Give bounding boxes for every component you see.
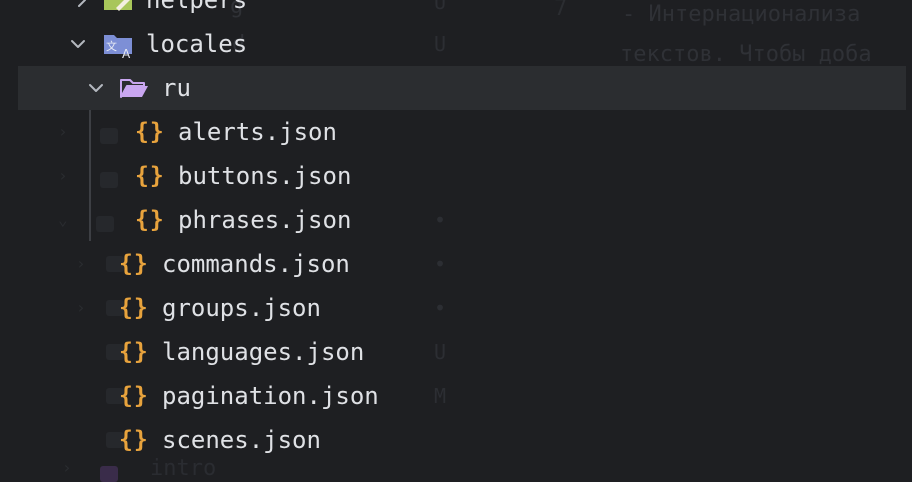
json-braces-icon: {} [119, 383, 149, 409]
json-braces-icon: {} [135, 119, 165, 145]
tree-item-ru[interactable]: ru [18, 66, 906, 110]
tree-item-label: alerts.json [178, 118, 337, 146]
tree-item-label: locales [146, 30, 248, 58]
tree-item-alerts-json[interactable]: {} alerts.json [0, 110, 912, 154]
open-folder-icon [118, 74, 150, 102]
svg-text:文: 文 [106, 39, 117, 53]
project-file-tree: helpers 文 A locales ru {} alerts.json {}… [0, 0, 912, 476]
svg-text:A: A [122, 47, 131, 60]
tree-item-pagination-json[interactable]: {} pagination.json [0, 374, 912, 418]
tree-item-commands-json[interactable]: {} commands.json [0, 242, 912, 286]
chevron-down-icon[interactable] [68, 34, 88, 54]
tree-item-helpers[interactable]: helpers [0, 0, 912, 22]
tree-item-phrases-json[interactable]: {} phrases.json [0, 198, 912, 242]
tree-item-scenes-json[interactable]: {} scenes.json [0, 418, 912, 462]
tree-item-label: languages.json [162, 338, 365, 366]
chevron-right-icon[interactable] [72, 0, 92, 10]
tree-item-groups-json[interactable]: {} groups.json [0, 286, 912, 330]
tree-item-label: buttons.json [178, 162, 352, 190]
tree-item-label: helpers [146, 0, 248, 14]
chevron-down-icon[interactable] [86, 78, 106, 98]
tree-item-label: commands.json [162, 250, 350, 278]
locales-folder-icon: 文 A [102, 30, 134, 60]
json-braces-icon: {} [119, 427, 149, 453]
tree-item-locales[interactable]: 文 A locales [0, 22, 912, 66]
tree-item-label: pagination.json [162, 382, 379, 410]
tree-item-languages-json[interactable]: {} languages.json [0, 330, 912, 374]
indent-guide [89, 110, 91, 241]
json-braces-icon: {} [135, 163, 165, 189]
tree-item-label: groups.json [162, 294, 321, 322]
json-braces-icon: {} [135, 207, 165, 233]
tree-item-label: phrases.json [178, 206, 352, 234]
json-braces-icon: {} [119, 295, 149, 321]
tree-item-label: ru [162, 74, 191, 102]
tree-item-label: scenes.json [162, 426, 321, 454]
json-braces-icon: {} [119, 251, 149, 277]
json-braces-icon: {} [119, 339, 149, 365]
tree-item-buttons-json[interactable]: {} buttons.json [0, 154, 912, 198]
helpers-folder-icon [102, 0, 134, 14]
